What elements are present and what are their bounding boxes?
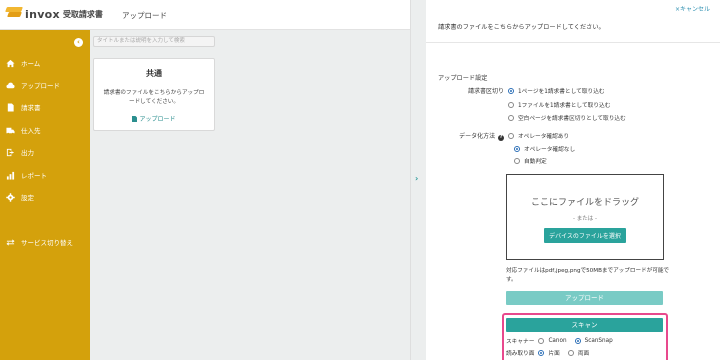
- dropzone-or: - または -: [573, 216, 597, 222]
- search-input[interactable]: タイトルまたは説明を入力して検索: [93, 36, 215, 47]
- option-label: 空白ページを請求書区切りとして取り込む: [518, 116, 626, 122]
- dropzone-title: ここにファイルをドラッグ: [530, 198, 639, 208]
- radio[interactable]: [508, 132, 514, 139]
- export-icon: [5, 147, 15, 157]
- radio[interactable]: [538, 337, 545, 344]
- radio[interactable]: [508, 114, 514, 121]
- cloud-upload-icon: [5, 80, 15, 90]
- sidebar-item-label: 仕入先: [21, 127, 41, 135]
- read-option-double[interactable]: 両面: [578, 348, 589, 357]
- option-label: 1ファイルを1請求書として取り込む: [518, 103, 611, 109]
- bar-chart-icon: [5, 170, 15, 180]
- panel-intro-text: 請求書のファイルをこちらからアップロードしてください。: [438, 24, 605, 31]
- sidebar-item-home[interactable]: ホーム: [0, 55, 90, 71]
- upload-button[interactable]: アップロード: [506, 291, 663, 305]
- panel-gutter: ›: [410, 0, 426, 360]
- radio[interactable]: [567, 349, 574, 356]
- option-label: オペレータ確認なし: [524, 147, 576, 153]
- upload-card-common[interactable]: 共通 請求書のファイルをこちらからアップロードしてください。 アップロード: [93, 58, 215, 131]
- sidebar-item-upload[interactable]: アップロード: [0, 77, 90, 93]
- scanner-option-scansnap[interactable]: ScanSnap: [585, 338, 613, 344]
- scanner-label: スキャナー: [506, 339, 535, 345]
- sidebar-item-export[interactable]: 出力: [0, 144, 90, 160]
- gear-icon: [5, 192, 15, 202]
- product-name: 受取請求書: [62, 9, 103, 19]
- file-support-note: 対応ファイルはpdf,jpeg,pngで50MBまでアップロードが可能です。: [506, 268, 670, 283]
- data-method-label: データ化方法 ?: [448, 131, 504, 141]
- truck-icon: [5, 125, 15, 135]
- scan-button[interactable]: スキャン: [506, 318, 663, 332]
- card-description: 請求書のファイルをこちらからアップロードしてください。: [103, 90, 205, 105]
- data-option-auto[interactable]: 自動判定: [514, 156, 547, 165]
- radio-selected[interactable]: [538, 349, 545, 356]
- sidebar-item-label: サービス切り替え: [21, 239, 73, 247]
- cancel-button[interactable]: ×キャンセル: [675, 4, 710, 13]
- chevron-left-icon[interactable]: ‹: [74, 38, 83, 47]
- main-content: タイトルまたは説明を入力して検索 共通 請求書のファイルをこちらからアップロード…: [90, 30, 410, 360]
- document-icon: [5, 102, 15, 112]
- radio-selected[interactable]: [514, 145, 520, 152]
- radio[interactable]: [508, 101, 514, 108]
- logo-mark-icon: [5, 7, 23, 21]
- help-icon[interactable]: ?: [498, 135, 504, 141]
- sidebar-item-invoices[interactable]: 請求書: [0, 99, 90, 115]
- card-title: 共通: [146, 69, 162, 78]
- read-side-row: 読み取り面 片面 両面: [506, 348, 589, 357]
- file-dropzone[interactable]: ここにファイルをドラッグ - または - デバイスのファイルを選択: [506, 174, 664, 260]
- radio-selected[interactable]: [574, 337, 581, 344]
- read-side-label: 読み取り面: [506, 351, 535, 357]
- sidebar-item-suppliers[interactable]: 仕入先: [0, 122, 90, 138]
- sidebar-item-label: 設定: [21, 194, 34, 202]
- sidebar-item-reports[interactable]: レポート: [0, 167, 90, 183]
- sidebar-item-label: 出力: [21, 149, 34, 157]
- logo[interactable]: invox 受取請求書: [5, 7, 103, 21]
- scanner-row: スキャナー Canon ScanSnap: [506, 336, 613, 345]
- data-option-without-operator[interactable]: オペレータ確認なし: [514, 144, 575, 153]
- option-label: 自動判定: [524, 159, 547, 165]
- upload-panel: ×キャンセル 請求書のファイルをこちらからアップロードしてください。 アップロー…: [426, 0, 720, 360]
- sidebar: ‹ ホーム アップロード 請求書 仕入先 出力 レポート 設定 サービス切り替え: [0, 30, 90, 360]
- split-option-per-file[interactable]: 1ファイルを1請求書として取り込む: [508, 100, 610, 109]
- sidebar-item-label: ホーム: [21, 60, 41, 68]
- select-file-button[interactable]: デバイスのファイルを選択: [544, 228, 626, 243]
- page-title: アップロード: [122, 11, 167, 20]
- data-method-label-text: データ化方法: [459, 133, 496, 140]
- sidebar-item-switch-service[interactable]: サービス切り替え: [0, 234, 90, 250]
- option-label: 1ページを1請求書として取り込む: [518, 89, 605, 95]
- read-option-single[interactable]: 片面: [548, 348, 559, 357]
- data-option-with-operator[interactable]: オペレータ確認あり: [508, 131, 569, 140]
- split-option-per-page[interactable]: 1ページを1請求書として取り込む: [508, 86, 605, 95]
- home-icon: [5, 58, 15, 68]
- chevron-right-icon[interactable]: ›: [415, 174, 418, 183]
- upload-settings-title: アップロード設定: [438, 75, 488, 82]
- radio[interactable]: [514, 157, 520, 164]
- split-option-blank-page[interactable]: 空白ページを請求書区切りとして取り込む: [508, 113, 626, 122]
- divider: [426, 42, 720, 43]
- option-label: オペレータ確認あり: [518, 134, 570, 140]
- sidebar-item-label: レポート: [21, 172, 47, 180]
- split-label: 請求書区切り: [467, 88, 504, 95]
- scanner-option-canon[interactable]: Canon: [548, 338, 566, 344]
- switch-icon: [5, 237, 15, 247]
- sidebar-item-label: アップロード: [21, 82, 60, 90]
- sidebar-item-settings[interactable]: 設定: [0, 189, 90, 205]
- logo-text: invox: [25, 7, 60, 21]
- upload-file-icon: [132, 115, 138, 122]
- radio-selected[interactable]: [508, 87, 514, 94]
- card-upload-link[interactable]: アップロード: [132, 114, 176, 123]
- sidebar-item-label: 請求書: [21, 104, 41, 112]
- card-upload-link-label: アップロード: [139, 116, 176, 123]
